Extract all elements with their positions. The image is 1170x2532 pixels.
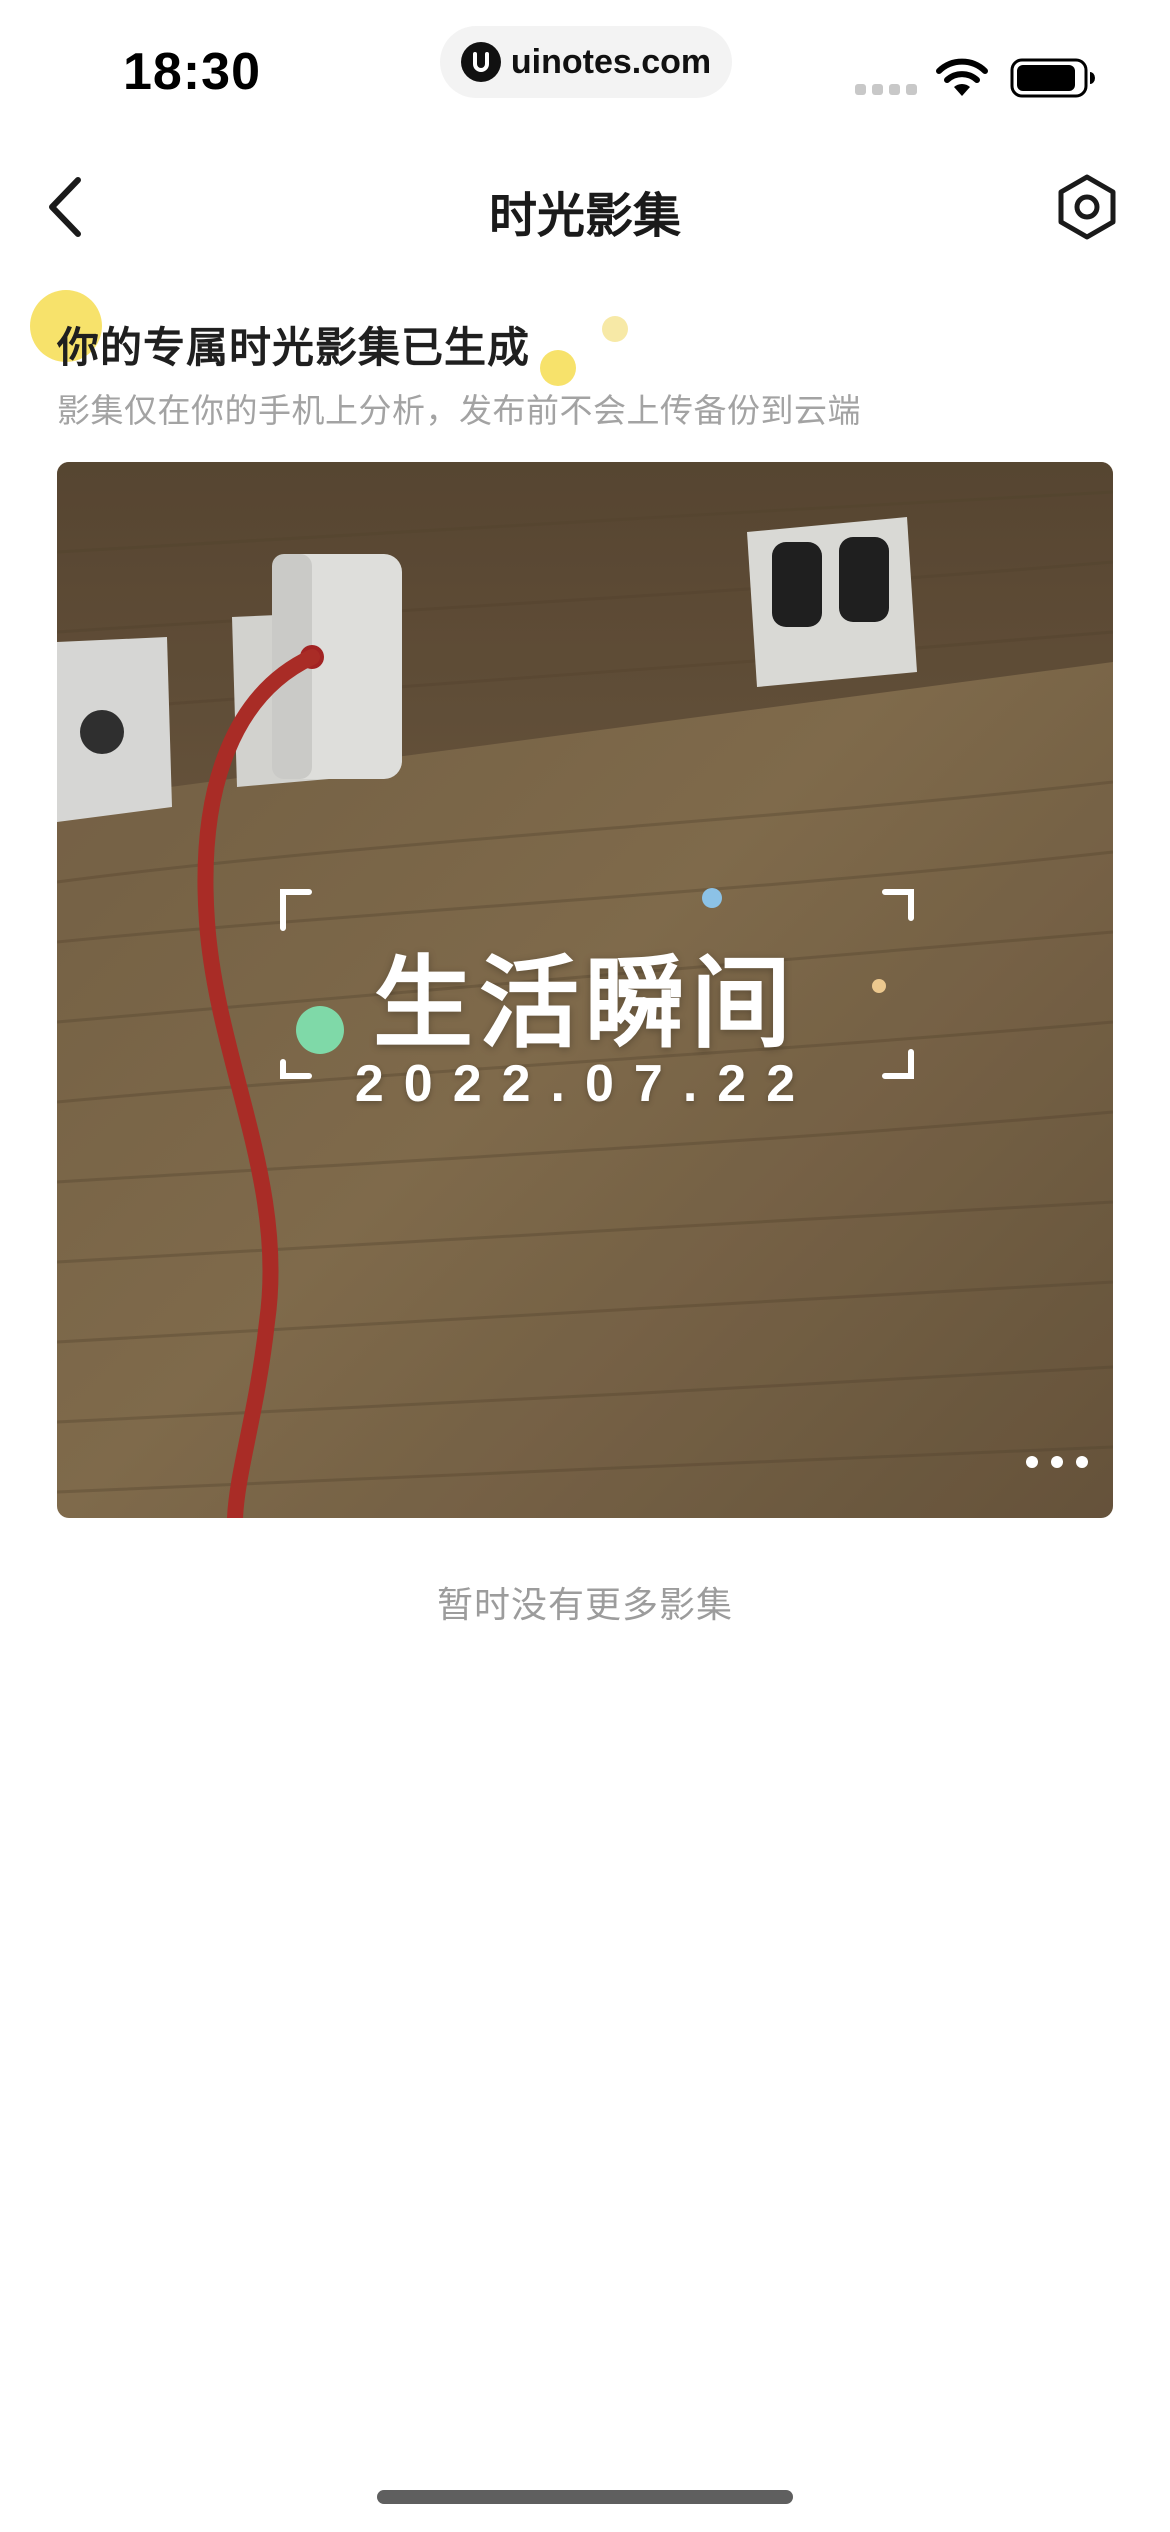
battery-icon: [1010, 58, 1095, 98]
settings-hexagon-icon[interactable]: [1052, 172, 1122, 242]
privacy-note: 影集仅在你的手机上分析，发布前不会上传备份到云端: [57, 391, 861, 430]
album-card[interactable]: 生活瞬间 2022.07.22: [57, 462, 1113, 1518]
decor-dot-blue: [702, 888, 722, 908]
page: 18:30 uinotes.com 时光影集 你的专属时光影集已生成 影集仅在你…: [0, 0, 1170, 2532]
headline: 你的专属时光影集已生成: [57, 323, 531, 372]
status-bar: 18:30 uinotes.com: [0, 0, 1170, 130]
decor-dot-yellow-medium: [540, 350, 576, 386]
home-indicator[interactable]: [377, 2490, 793, 2504]
album-title: 生活瞬间: [373, 945, 797, 1062]
uinotes-logo-icon: [460, 42, 501, 82]
url-text: uinotes.com: [510, 42, 712, 81]
url-pill[interactable]: uinotes.com: [440, 26, 732, 98]
nav-bar: 时光影集: [0, 150, 1170, 265]
decor-dot-yellow-small: [602, 316, 628, 342]
album-overlay: 生活瞬间 2022.07.22: [57, 462, 1113, 1518]
headline-section: 你的专属时光影集已生成 影集仅在你的手机上分析，发布前不会上传备份到云端: [0, 280, 1170, 440]
signal-icon: [855, 84, 917, 95]
page-title: 时光影集: [488, 188, 681, 244]
wifi-icon: [936, 58, 988, 96]
no-more-albums-text: 暂时没有更多影集: [436, 1585, 733, 1626]
more-dots-icon[interactable]: [1022, 1447, 1092, 1477]
album-date: 2022.07.22: [354, 1055, 816, 1113]
status-time: 18:30: [123, 43, 261, 101]
